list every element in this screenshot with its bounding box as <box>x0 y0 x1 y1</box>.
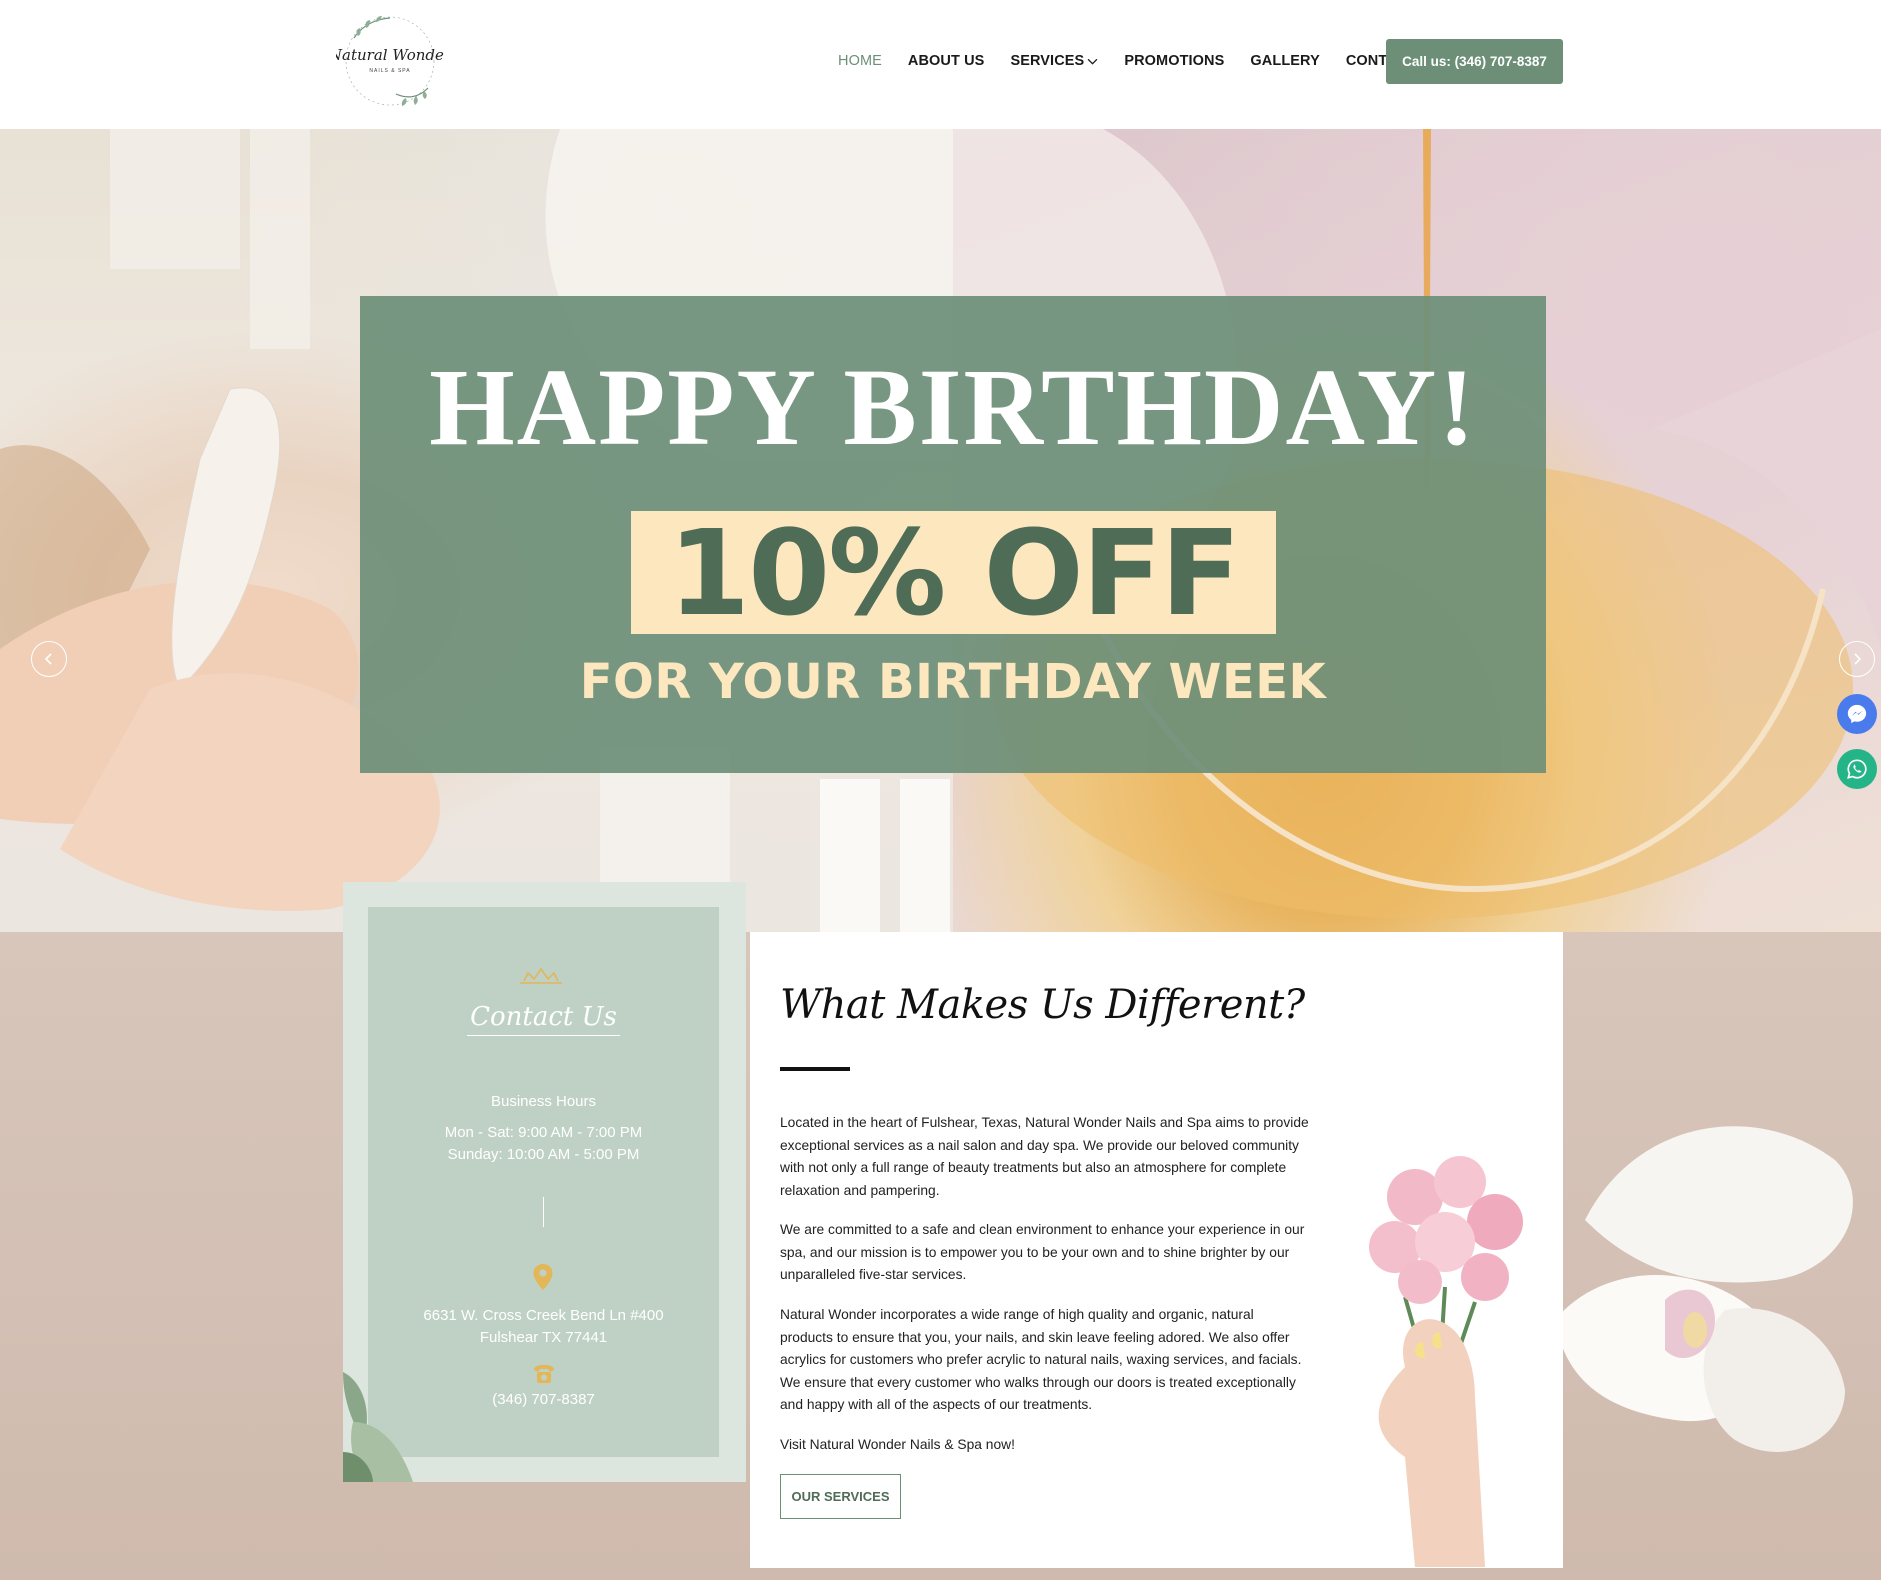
promo-discount-box: 10% OFF <box>631 511 1276 634</box>
birthday-promo-banner: HAPPY BIRTHDAY! 10% OFF FOR YOUR BIRTHDA… <box>360 296 1546 773</box>
chevron-left-icon <box>44 653 52 665</box>
orchid-decoration <box>1555 1126 1853 1452</box>
address-line-1[interactable]: 6631 W. Cross Creek Bend Ln #400 <box>368 1307 719 1324</box>
location-pin-icon <box>533 1264 553 1290</box>
call-us-button[interactable]: Call us: (346) 707-8387 <box>1386 39 1563 84</box>
hours-sunday: Sunday: 10:00 AM - 5:00 PM <box>447 1146 640 1163</box>
flower-hand-image <box>1369 1156 1523 1567</box>
whatsapp-icon <box>1847 759 1867 779</box>
chevron-right-icon <box>1854 653 1862 665</box>
about-paragraph: Located in the heart of Fulshear, Texas,… <box>780 1115 1309 1198</box>
main-nav: HOME ABOUT US SERVICES PROMOTIONS GALLER… <box>838 53 1416 69</box>
address-line-2[interactable]: Fulshear TX 77441 <box>368 1329 719 1346</box>
slider-prev-button[interactable] <box>31 641 67 677</box>
our-services-button[interactable]: OUR SERVICES <box>780 1474 901 1519</box>
slider-next-button[interactable] <box>1839 641 1875 677</box>
nav-gallery[interactable]: GALLERY <box>1250 53 1319 69</box>
leaf-decoration <box>343 1372 413 1482</box>
nav-promotions[interactable]: PROMOTIONS <box>1124 53 1224 69</box>
about-cta-text: Visit Natural Wonder Nails & Spa now! <box>780 1437 1015 1452</box>
about-title: What Makes Us Different? <box>780 982 1305 1028</box>
messenger-icon <box>1847 704 1867 724</box>
nav-home[interactable]: HOME <box>838 53 882 69</box>
business-hours-title: Business Hours <box>490 1093 597 1110</box>
whatsapp-button[interactable] <box>1837 749 1877 789</box>
nav-about-us[interactable]: ABOUT US <box>908 53 985 69</box>
site-logo[interactable]: Natural Wonder NAILS & SPA <box>336 10 444 112</box>
promo-discount: 10% OFF <box>667 503 1241 642</box>
contact-card: Contact Us Business Hours Mon - Sat: 9:0… <box>343 882 746 1482</box>
site-header: Natural Wonder NAILS & SPA HOME ABOUT US… <box>0 0 1881 129</box>
nav-services[interactable]: SERVICES <box>1010 53 1098 69</box>
hours-weekdays: Mon - Sat: 9:00 AM - 7:00 PM <box>444 1124 643 1141</box>
about-paragraph: We are committed to a safe and clean env… <box>780 1222 1305 1282</box>
about-card: What Makes Us Different? Located in the … <box>750 932 1563 1568</box>
contact-title: Contact Us <box>470 1002 617 1032</box>
messenger-button[interactable] <box>1837 694 1877 734</box>
chevron-down-icon <box>1087 58 1098 65</box>
svg-text:NAILS & SPA: NAILS & SPA <box>369 68 410 74</box>
crown-ornament-icon <box>520 967 562 984</box>
about-paragraph: Natural Wonder incorporates a wide range… <box>780 1307 1302 1412</box>
divider-vertical <box>543 1197 544 1227</box>
about-title-rule <box>780 1067 850 1071</box>
contact-title-underline <box>467 1035 620 1036</box>
promo-subtitle: FOR YOUR BIRTHDAY WEEK <box>579 654 1327 710</box>
phone-icon <box>534 1365 554 1383</box>
promo-title: HAPPY BIRTHDAY! <box>429 346 1477 468</box>
svg-text:Natural Wonder: Natural Wonder <box>336 46 444 64</box>
